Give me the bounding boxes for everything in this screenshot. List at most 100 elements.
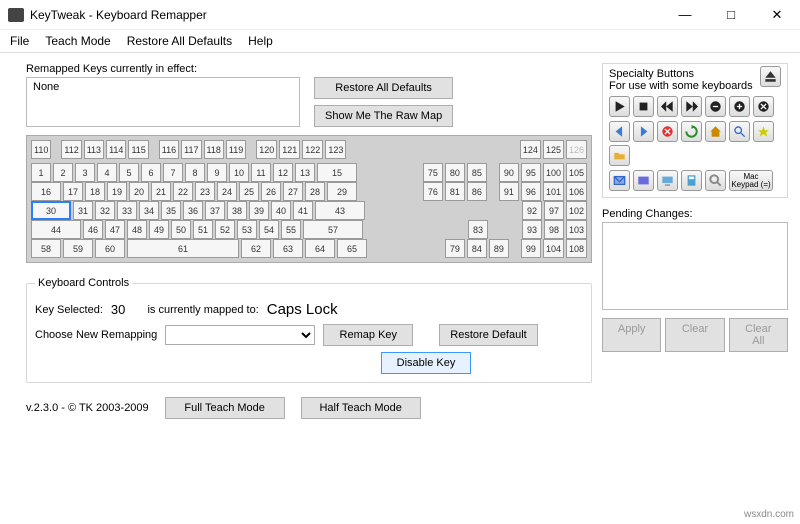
restore-all-defaults-button[interactable]: Restore All Defaults	[314, 77, 453, 99]
key-3[interactable]: 3	[75, 163, 95, 182]
key-47[interactable]: 47	[105, 220, 125, 239]
key-63[interactable]: 63	[273, 239, 303, 258]
key-24[interactable]: 24	[217, 182, 237, 201]
key-115[interactable]: 115	[128, 140, 148, 159]
next-track-icon[interactable]	[681, 96, 702, 117]
key-106[interactable]: 106	[566, 182, 587, 201]
key-92[interactable]: 92	[522, 201, 542, 220]
key-58[interactable]: 58	[31, 239, 61, 258]
key-99[interactable]: 99	[521, 239, 541, 258]
key-121[interactable]: 121	[279, 140, 300, 159]
key-85[interactable]: 85	[467, 163, 487, 182]
key-4[interactable]: 4	[97, 163, 117, 182]
volume-down-icon[interactable]	[705, 96, 726, 117]
key-84[interactable]: 84	[467, 239, 487, 258]
key-44[interactable]: 44	[31, 220, 81, 239]
stop-icon[interactable]	[633, 96, 654, 117]
key-43[interactable]: 43	[315, 201, 365, 220]
eject-icon[interactable]	[760, 66, 781, 87]
key-112[interactable]: 112	[61, 140, 81, 159]
favorites-icon[interactable]	[753, 121, 774, 142]
stop-nav-icon[interactable]	[657, 121, 678, 142]
key-83[interactable]: 83	[468, 220, 488, 239]
key-35[interactable]: 35	[161, 201, 181, 220]
mute-icon[interactable]	[753, 96, 774, 117]
key-30[interactable]: 30	[31, 201, 71, 220]
key-57[interactable]: 57	[303, 220, 363, 239]
key-9[interactable]: 9	[207, 163, 227, 182]
key-104[interactable]: 104	[543, 239, 564, 258]
home-icon[interactable]	[705, 121, 726, 142]
key-34[interactable]: 34	[139, 201, 159, 220]
key-37[interactable]: 37	[205, 201, 225, 220]
key-18[interactable]: 18	[85, 182, 105, 201]
key-23[interactable]: 23	[195, 182, 215, 201]
key-110[interactable]: 110	[31, 140, 51, 159]
apply-button[interactable]: Apply	[602, 318, 661, 352]
key-15[interactable]: 15	[317, 163, 357, 182]
key-48[interactable]: 48	[127, 220, 147, 239]
key-13[interactable]: 13	[295, 163, 315, 182]
key-1[interactable]: 1	[31, 163, 51, 182]
key-29[interactable]: 29	[327, 182, 357, 201]
full-teach-mode-button[interactable]: Full Teach Mode	[165, 397, 285, 419]
key-12[interactable]: 12	[273, 163, 293, 182]
key-8[interactable]: 8	[185, 163, 205, 182]
key-5[interactable]: 5	[119, 163, 139, 182]
play-icon[interactable]	[609, 96, 630, 117]
close-button[interactable]: ✕	[754, 0, 800, 29]
key-27[interactable]: 27	[283, 182, 303, 201]
key-32[interactable]: 32	[95, 201, 115, 220]
forward-icon[interactable]	[633, 121, 654, 142]
magnify-icon[interactable]	[705, 170, 726, 191]
key-65[interactable]: 65	[337, 239, 367, 258]
key-100[interactable]: 100	[543, 163, 564, 182]
key-117[interactable]: 117	[181, 140, 201, 159]
key-98[interactable]: 98	[544, 220, 564, 239]
key-2[interactable]: 2	[53, 163, 73, 182]
pending-changes-list[interactable]	[602, 222, 788, 310]
restore-default-button[interactable]: Restore Default	[439, 324, 537, 346]
key-124[interactable]: 124	[520, 140, 541, 159]
key-95[interactable]: 95	[521, 163, 541, 182]
clear-button[interactable]: Clear	[665, 318, 724, 352]
key-118[interactable]: 118	[204, 140, 224, 159]
key-41[interactable]: 41	[293, 201, 313, 220]
key-103[interactable]: 103	[566, 220, 587, 239]
minimize-button[interactable]: —	[662, 0, 708, 29]
key-17[interactable]: 17	[63, 182, 83, 201]
half-teach-mode-button[interactable]: Half Teach Mode	[301, 397, 421, 419]
remapped-list[interactable]: None	[26, 77, 300, 127]
key-122[interactable]: 122	[302, 140, 323, 159]
search-icon[interactable]	[729, 121, 750, 142]
key-33[interactable]: 33	[117, 201, 137, 220]
show-raw-map-button[interactable]: Show Me The Raw Map	[314, 105, 453, 127]
key-46[interactable]: 46	[83, 220, 103, 239]
key-39[interactable]: 39	[249, 201, 269, 220]
clear-all-button[interactable]: Clear All	[729, 318, 788, 352]
key-86[interactable]: 86	[467, 182, 487, 201]
key-108[interactable]: 108	[566, 239, 587, 258]
volume-up-icon[interactable]	[729, 96, 750, 117]
mac-keypad-button[interactable]: Mac Keypad (=)	[729, 170, 773, 191]
remapping-select[interactable]	[165, 325, 315, 345]
key-101[interactable]: 101	[543, 182, 564, 201]
key-79[interactable]: 79	[445, 239, 465, 258]
key-40[interactable]: 40	[271, 201, 291, 220]
media-icon[interactable]	[633, 170, 654, 191]
key-26[interactable]: 26	[261, 182, 281, 201]
key-50[interactable]: 50	[171, 220, 191, 239]
calculator-icon[interactable]	[681, 170, 702, 191]
key-62[interactable]: 62	[241, 239, 271, 258]
key-76[interactable]: 76	[423, 182, 443, 201]
key-80[interactable]: 80	[445, 163, 465, 182]
key-59[interactable]: 59	[63, 239, 93, 258]
key-49[interactable]: 49	[149, 220, 169, 239]
key-64[interactable]: 64	[305, 239, 335, 258]
back-icon[interactable]	[609, 121, 630, 142]
refresh-icon[interactable]	[681, 121, 702, 142]
key-11[interactable]: 11	[251, 163, 271, 182]
key-125[interactable]: 125	[543, 140, 564, 159]
key-7[interactable]: 7	[163, 163, 183, 182]
key-89[interactable]: 89	[489, 239, 509, 258]
